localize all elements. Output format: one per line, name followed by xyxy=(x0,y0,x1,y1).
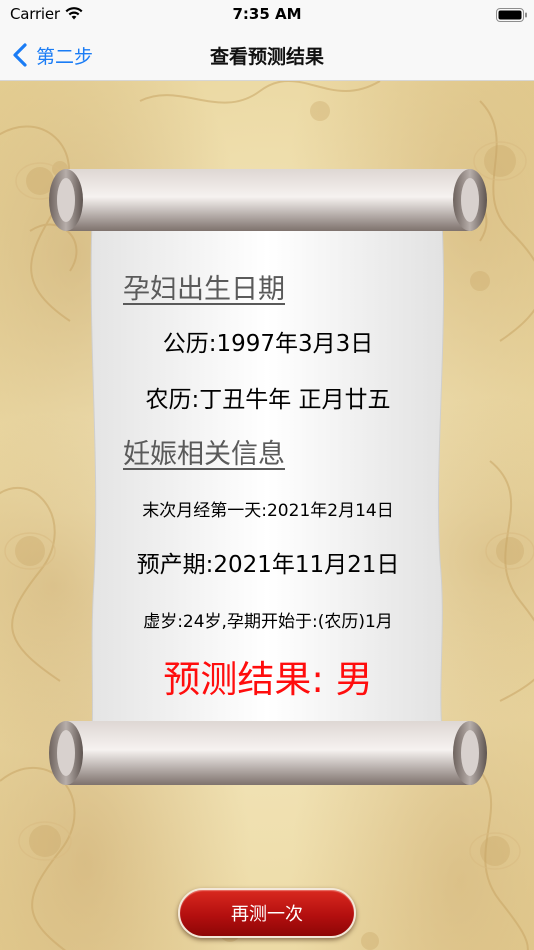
lunar-birth-date: 农历:丁丑牛年 正月廿五 xyxy=(145,387,391,413)
retry-button[interactable]: 再测一次 xyxy=(178,888,356,938)
pregnancy-info-heading: 妊娠相关信息 xyxy=(123,439,285,470)
status-bar: Carrier 7:35 AM xyxy=(0,0,534,30)
due-date: 预产期:2021年11月21日 xyxy=(136,552,400,578)
page-title: 查看预测结果 xyxy=(209,46,324,68)
age-info: 虚岁:24岁,孕期开始于:(农历)1月 xyxy=(143,612,393,632)
content-area: 孕妇出生日期 公历:1997年3月3日 农历:丁丑牛年 正月廿五 妊娠相关信息 … xyxy=(0,81,534,950)
prediction-result: 预测结果: 男 xyxy=(163,658,373,701)
navigation-bar: 第二步 查看预测结果 xyxy=(0,30,534,81)
last-period-date: 末次月经第一天:2021年2月14日 xyxy=(142,501,394,521)
solar-birth-date: 公历:1997年3月3日 xyxy=(162,331,374,357)
battery-icon xyxy=(496,8,527,22)
mother-birth-heading: 孕妇出生日期 xyxy=(123,274,285,305)
retry-button-label: 再测一次 xyxy=(231,904,303,925)
clock: 7:35 AM xyxy=(232,5,302,23)
